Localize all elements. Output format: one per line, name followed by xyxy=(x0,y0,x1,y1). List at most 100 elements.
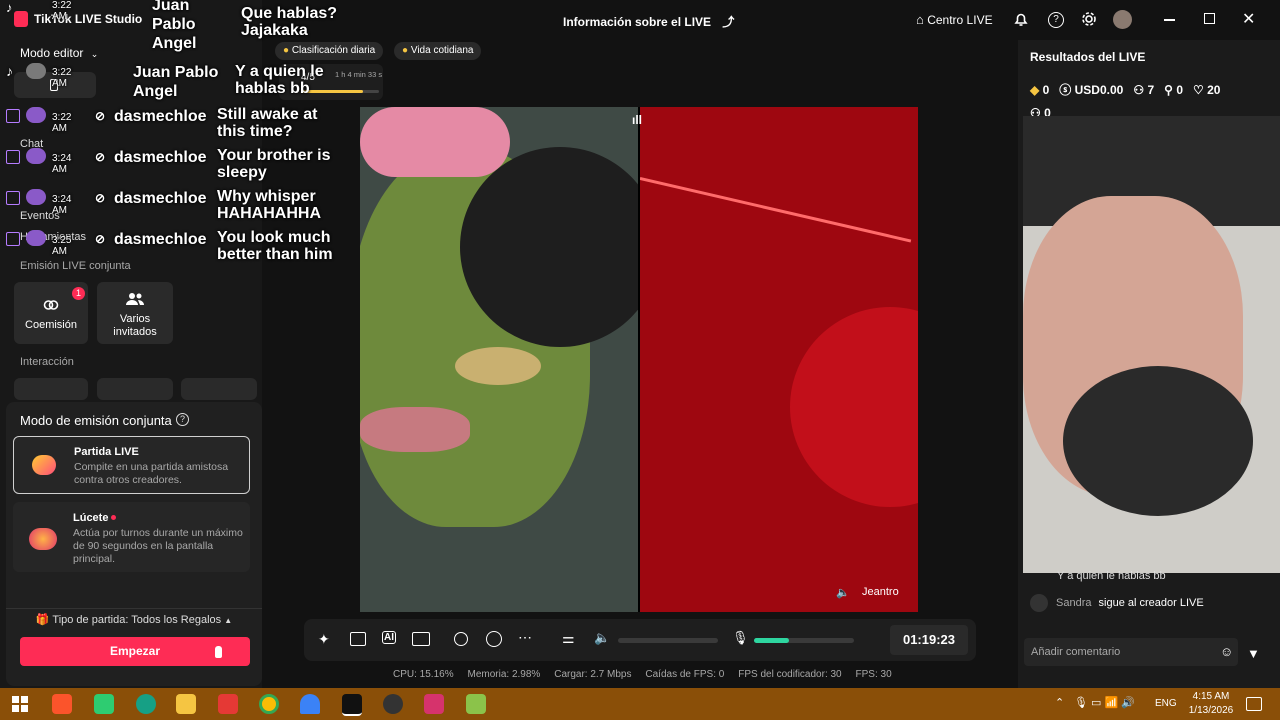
headband-shape xyxy=(360,107,510,177)
host-video xyxy=(360,107,638,612)
obs-icon[interactable] xyxy=(383,694,403,714)
magic-wand-icon[interactable]: ✦ xyxy=(318,631,330,648)
brave-icon[interactable] xyxy=(52,694,72,714)
option-desc: Compite en una partida amistosa contra o… xyxy=(74,461,229,486)
live-timer: 01:19:23 xyxy=(890,625,968,655)
notifications-icon[interactable] xyxy=(1246,697,1262,711)
twitch-icon xyxy=(6,191,20,205)
language-indicator[interactable]: ENG xyxy=(1155,698,1177,709)
bell-icon[interactable] xyxy=(1014,11,1028,27)
app-icon[interactable] xyxy=(94,694,114,714)
help-icon[interactable]: ? xyxy=(1048,12,1064,28)
cucumber-shape xyxy=(455,347,541,385)
app-icon[interactable] xyxy=(466,694,486,714)
comment-text: sigue al creador LIVE xyxy=(1098,597,1204,609)
stat-viewers: 7 xyxy=(1147,83,1155,97)
chrome-icon[interactable] xyxy=(259,694,279,714)
clock[interactable]: 4:15 AM 1/13/2026 xyxy=(1186,690,1236,718)
users-icon xyxy=(126,293,144,305)
maximize-icon[interactable] xyxy=(1204,13,1215,24)
more-icon[interactable]: ⋯ xyxy=(518,629,532,646)
guest-camera-view xyxy=(1023,116,1280,573)
stat-memory: Memoria: 2.98% xyxy=(467,669,541,680)
volume-slider[interactable] xyxy=(618,638,718,643)
gear-icon[interactable] xyxy=(1081,11,1097,27)
emoji-icon[interactable]: ☺ xyxy=(1220,644,1233,659)
live-center-link[interactable]: ⌂ Centro LIVE xyxy=(916,12,993,27)
volume-icon[interactable]: 🔈 xyxy=(594,630,610,646)
app-icon[interactable] xyxy=(424,694,444,714)
multi-guest-button[interactable]: Varios invitados xyxy=(97,282,173,344)
control-bar: ✦ AI ⋯ ⚌ 🔈 🎙 01:19:23 xyxy=(304,619,976,661)
led-strip-shape xyxy=(640,177,912,243)
clock-time: 4:15 AM xyxy=(1192,691,1230,702)
live-info-link[interactable]: Información sobre el LIVE ⤴ xyxy=(563,13,734,30)
guest-video xyxy=(640,107,918,612)
gift-icon: 🎁 xyxy=(35,614,50,626)
stat-fps-drop: Caídas de FPS: 0 xyxy=(645,669,725,680)
category-pill[interactable]: ● Vida cotidiana xyxy=(394,42,482,60)
speaker-icon[interactable]: 🔈 xyxy=(836,586,850,599)
results-panel: Resultados del LIVE ◆ 0 ⓢ USD0.00 ⚇ 7 ⚲ … xyxy=(1018,40,1280,688)
comment-follow: Sandra sigue al creador LIVE xyxy=(1056,597,1204,609)
coemision-label: Coemisión xyxy=(25,319,77,331)
whisper-icon: ⊘ xyxy=(95,150,106,164)
avatar xyxy=(1030,594,1048,612)
stat-cpu: CPU: 15.16% xyxy=(393,669,454,680)
interaction-tool-3[interactable] xyxy=(181,378,257,400)
follower-icon: ⚲ xyxy=(1164,83,1173,97)
app-icon[interactable] xyxy=(300,694,320,714)
option-title: Partida LIVE xyxy=(74,446,139,458)
minimize-icon[interactable] xyxy=(1164,19,1175,21)
clock-date: 1/13/2026 xyxy=(1188,705,1234,716)
interaction-tool-2[interactable] xyxy=(97,378,173,400)
cursor-hand-icon xyxy=(215,646,222,658)
interaction-tool-1[interactable] xyxy=(14,378,88,400)
match-type-dropdown[interactable]: 🎁 Tipo de partida: Todos los Regalos ▲ xyxy=(6,613,262,626)
stat-fps: FPS: 30 xyxy=(855,669,892,680)
avatar[interactable] xyxy=(1113,10,1132,29)
stat-new-followers: 0 xyxy=(1176,83,1183,97)
live-center-label: Centro LIVE xyxy=(927,13,993,27)
cohost-mode-title: Modo de emisión conjunta xyxy=(20,413,172,428)
comment-input[interactable]: Añadir comentario ☺ xyxy=(1024,638,1238,666)
category-label: Vida cotidiana xyxy=(410,45,474,56)
camera-icon[interactable] xyxy=(486,631,502,647)
option-lucete[interactable]: Lúcete Actúa por turnos durante un máxim… xyxy=(13,502,250,572)
avatar xyxy=(26,107,46,123)
coemision-button[interactable]: Coemisión 1 xyxy=(14,282,88,344)
mic-slider[interactable] xyxy=(754,638,854,643)
chat-overlay: 3:22 AM Juan Pablo Angel Que hablas? Jaj… xyxy=(6,0,338,263)
ai-icon[interactable]: AI xyxy=(382,631,396,644)
close-icon[interactable]: ✕ xyxy=(1242,9,1255,29)
whisper-icon: ⊘ xyxy=(95,109,106,123)
record-icon[interactable] xyxy=(454,632,468,646)
live-info-label: Información sobre el LIVE xyxy=(563,15,712,29)
twitch-icon xyxy=(6,150,20,164)
avatar xyxy=(26,230,46,246)
option-partida-live[interactable]: Partida LIVE Compite en una partida amis… xyxy=(13,436,250,494)
filter-icon[interactable]: ▼ xyxy=(1247,646,1260,661)
results-stats: ◆ 0 ⓢ USD0.00 ⚇ 7 ⚲ 0 ♡ 20 xyxy=(1030,81,1220,98)
layout-icon[interactable] xyxy=(412,632,430,646)
light-glow-shape xyxy=(790,307,918,507)
avatar xyxy=(26,148,46,164)
whisper-icon: ⊘ xyxy=(95,191,106,205)
windows-start-icon[interactable] xyxy=(10,694,30,714)
settings-sliders-icon[interactable]: ⚌ xyxy=(562,630,575,647)
caret-up-icon: ▲ xyxy=(224,616,233,625)
add-source-icon[interactable] xyxy=(350,632,366,646)
app-icon[interactable] xyxy=(136,694,156,714)
tray-chevron-up-icon[interactable]: ⌃ xyxy=(1055,696,1064,709)
option-title: Lúcete xyxy=(73,512,109,524)
spotlight-icon xyxy=(29,528,57,550)
app-icon[interactable] xyxy=(218,694,238,714)
stat-upload: Cargar: 2.7 Mbps xyxy=(554,669,632,680)
tiktok-studio-icon[interactable] xyxy=(342,694,362,716)
folder-icon[interactable] xyxy=(176,694,196,714)
mic-icon[interactable]: 🎙 xyxy=(732,630,749,646)
tray-icons[interactable]: 🎙 ▭ 📶 🔊 xyxy=(1074,696,1135,709)
help-icon[interactable]: ? xyxy=(176,413,189,426)
diamond-icon: ◆ xyxy=(1030,83,1040,97)
stat-likes: 20 xyxy=(1207,83,1221,97)
